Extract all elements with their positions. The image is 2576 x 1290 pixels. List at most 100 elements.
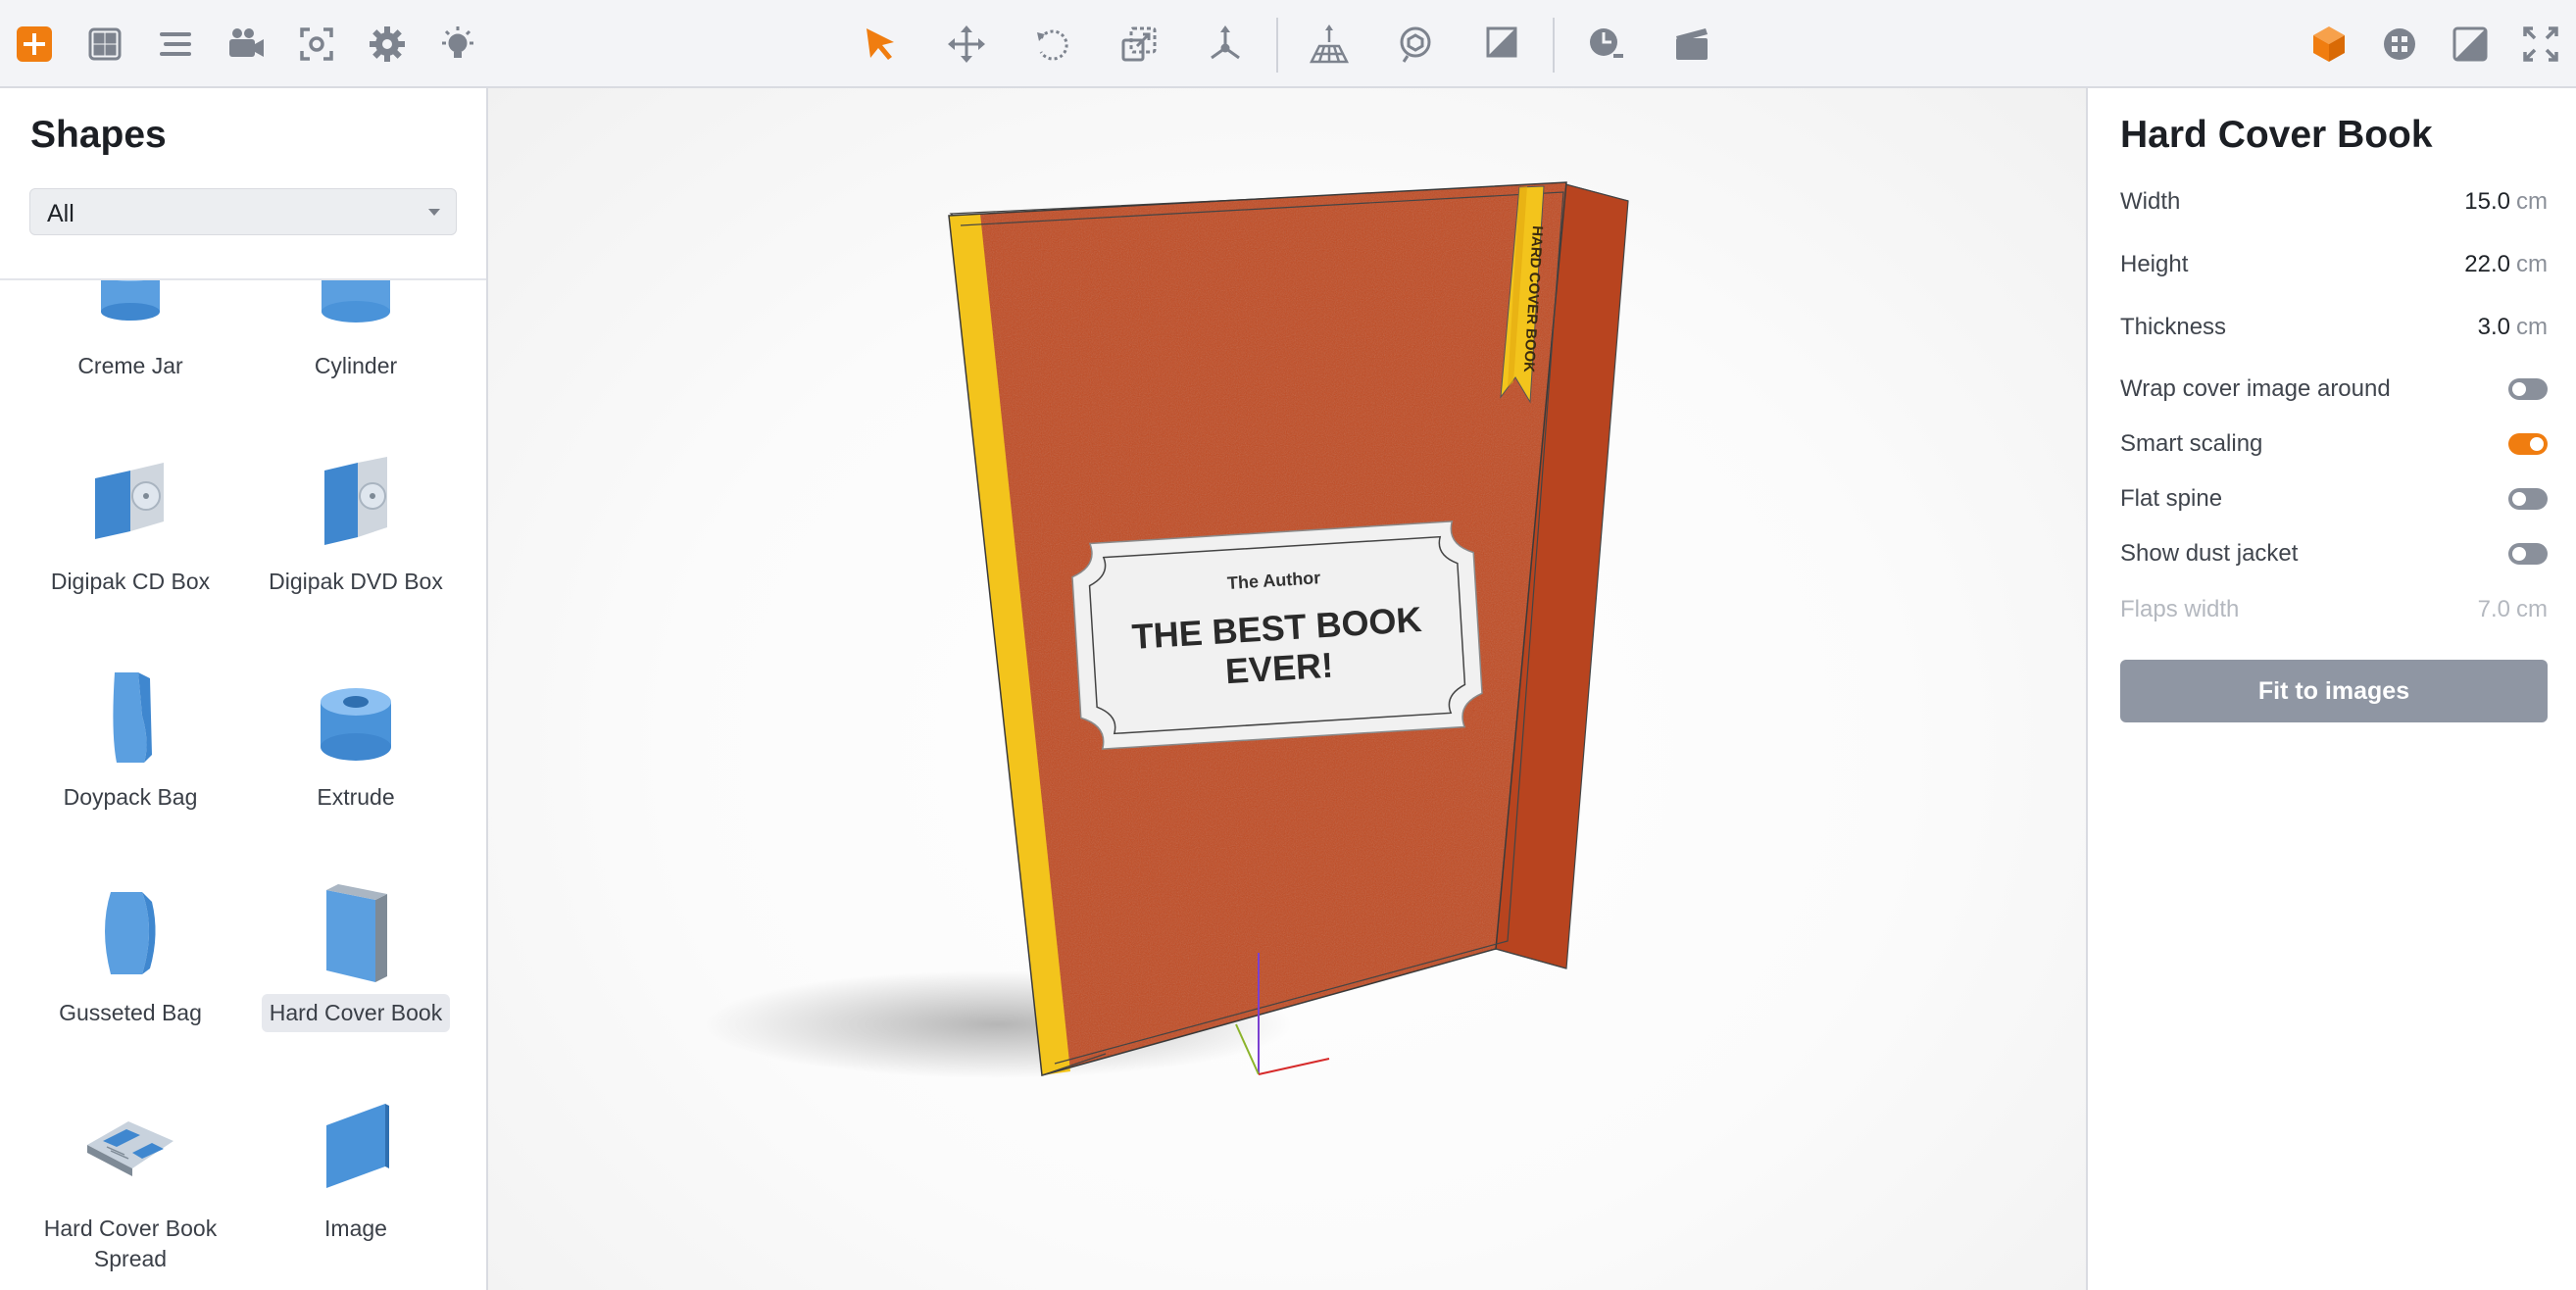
width-row: Width 15.0cm bbox=[2120, 182, 2548, 222]
thickness-label: Thickness bbox=[2120, 314, 2226, 341]
camera-button[interactable] bbox=[217, 15, 275, 74]
properties-panel: Hard Cover Book Width 15.0cm Height 22.0… bbox=[2086, 88, 2576, 1290]
main-toolbar bbox=[0, 0, 2576, 88]
shape-label: Hard Cover Book Spread bbox=[18, 1210, 243, 1278]
hard-cover-book-icon bbox=[307, 880, 405, 988]
shape-item-gusseted-bag[interactable]: Gusseted Bag bbox=[18, 880, 243, 1032]
lighting-button[interactable] bbox=[428, 15, 487, 74]
timeline-button[interactable] bbox=[1576, 15, 1635, 74]
shape-item-digipak-cd-box[interactable]: Digipak CD Box bbox=[18, 449, 243, 601]
floor-grid-icon bbox=[1308, 23, 1351, 66]
smart-scaling-row: Smart scaling bbox=[2120, 424, 2548, 464]
shape-filter-select[interactable]: All bbox=[29, 188, 457, 235]
scene-canvas[interactable]: HARD COVER BOOK The Author THE BEST BOOK… bbox=[488, 88, 2086, 1290]
gusseted-bag-icon bbox=[81, 880, 179, 988]
thickness-unit: cm bbox=[2516, 314, 2548, 340]
shape-label: Image bbox=[317, 1210, 395, 1248]
flat-spine-toggle[interactable] bbox=[2508, 488, 2548, 510]
flaps-width-input: 7.0cm bbox=[2478, 596, 2548, 623]
environment-button[interactable] bbox=[1386, 15, 1445, 74]
focus-button[interactable] bbox=[287, 15, 346, 74]
texture-icon bbox=[2378, 23, 2421, 66]
camera-icon bbox=[224, 23, 268, 66]
dust-jacket-toggle[interactable] bbox=[2508, 543, 2548, 565]
toggle-knob bbox=[2512, 547, 2526, 561]
toolbar-separator bbox=[1553, 18, 1555, 73]
extrude-icon bbox=[307, 665, 405, 772]
layout-button[interactable] bbox=[75, 15, 134, 74]
image-plane-icon bbox=[307, 1096, 405, 1204]
shape-label: Extrude bbox=[309, 778, 402, 817]
height-value[interactable]: 22.0 bbox=[2464, 251, 2510, 277]
scale-tool-button[interactable] bbox=[1110, 15, 1168, 74]
focus-icon bbox=[295, 23, 338, 66]
thickness-input[interactable]: 3.0cm bbox=[2478, 314, 2548, 341]
flaps-width-value: 7.0 bbox=[2478, 596, 2510, 622]
chevron-down-icon bbox=[428, 209, 440, 216]
shape-item-doypack-bag[interactable]: Doypack Bag bbox=[18, 665, 243, 817]
flat-spine-label: Flat spine bbox=[2120, 485, 2222, 513]
toolbar-separator bbox=[1276, 18, 1278, 73]
width-input[interactable]: 15.0cm bbox=[2464, 188, 2548, 216]
shape-label: Gusseted Bag bbox=[51, 994, 210, 1032]
shape-item-extrude[interactable]: Extrude bbox=[243, 665, 469, 817]
shape-filter-value: All bbox=[47, 200, 74, 228]
thickness-value[interactable]: 3.0 bbox=[2478, 314, 2510, 340]
thickness-row: Thickness 3.0cm bbox=[2120, 308, 2548, 347]
layout-grid-icon bbox=[83, 23, 126, 66]
add-shape-icon bbox=[15, 25, 54, 64]
shape-item-image[interactable]: Image bbox=[243, 1096, 469, 1248]
fit-to-images-button[interactable]: Fit to images bbox=[2120, 660, 2548, 722]
width-unit: cm bbox=[2516, 188, 2548, 215]
digipak-dvd-icon bbox=[307, 449, 405, 557]
shapes-grid: Creme Jar Cylinder Digipak CD Box Digipa… bbox=[0, 280, 486, 1290]
move-tool-button[interactable] bbox=[937, 15, 996, 74]
wrap-cover-toggle[interactable] bbox=[2508, 378, 2548, 400]
lighting-icon bbox=[436, 23, 479, 66]
shape-label: Hard Cover Book bbox=[262, 994, 450, 1032]
pivot-icon bbox=[1204, 23, 1247, 66]
shape-item-creme-jar[interactable]: Creme Jar bbox=[18, 280, 243, 385]
3d-viewport[interactable]: HARD COVER BOOK The Author THE BEST BOOK… bbox=[488, 88, 2086, 1290]
height-label: Height bbox=[2120, 251, 2188, 278]
material-button[interactable] bbox=[1472, 15, 1531, 74]
height-unit: cm bbox=[2516, 251, 2548, 277]
width-value[interactable]: 15.0 bbox=[2464, 188, 2510, 215]
texture-button[interactable] bbox=[2370, 15, 2429, 74]
shape-item-digipak-dvd-box[interactable]: Digipak DVD Box bbox=[243, 449, 469, 601]
shape-label: Digipak CD Box bbox=[43, 563, 218, 601]
cylinder-icon bbox=[307, 280, 405, 341]
object-cube-icon bbox=[2307, 23, 2351, 66]
shape-item-hard-cover-book[interactable]: Hard Cover Book bbox=[243, 880, 469, 1032]
floor-button[interactable] bbox=[1300, 15, 1359, 74]
title-plate: The Author THE BEST BOOK EVER! bbox=[1070, 521, 1484, 751]
object-properties-button[interactable] bbox=[2300, 15, 2358, 74]
layers-button[interactable] bbox=[146, 15, 205, 74]
gizmo-x-axis[interactable] bbox=[1259, 1059, 1329, 1074]
split-view-button[interactable] bbox=[2441, 15, 2500, 74]
settings-button[interactable] bbox=[358, 15, 417, 74]
add-shape-button[interactable] bbox=[5, 15, 64, 74]
toggle-knob bbox=[2512, 382, 2526, 396]
select-tool-button[interactable] bbox=[851, 15, 910, 74]
smart-scaling-toggle[interactable] bbox=[2508, 433, 2548, 455]
shape-label: Cylinder bbox=[307, 347, 405, 385]
rotate-tool-button[interactable] bbox=[1023, 15, 1082, 74]
fullscreen-button[interactable] bbox=[2511, 15, 2570, 74]
animation-button[interactable] bbox=[1662, 15, 1721, 74]
shape-item-hard-cover-book-spread[interactable]: Hard Cover Book Spread bbox=[18, 1096, 243, 1278]
flaps-width-label: Flaps width bbox=[2120, 596, 2239, 623]
shape-label: Digipak DVD Box bbox=[261, 563, 451, 601]
wrap-cover-label: Wrap cover image around bbox=[2120, 375, 2391, 403]
pivot-tool-button[interactable] bbox=[1196, 15, 1255, 74]
timeline-icon bbox=[1584, 23, 1627, 66]
shapes-panel-title: Shapes bbox=[30, 114, 167, 157]
height-input[interactable]: 22.0cm bbox=[2464, 251, 2548, 278]
shape-item-cylinder[interactable]: Cylinder bbox=[243, 280, 469, 385]
shape-label: Doypack Bag bbox=[56, 778, 206, 817]
layers-icon bbox=[154, 23, 197, 66]
digipak-cd-icon bbox=[81, 449, 179, 557]
height-row: Height 22.0cm bbox=[2120, 245, 2548, 284]
properties-title: Hard Cover Book bbox=[2120, 114, 2433, 157]
scale-icon bbox=[1117, 23, 1161, 66]
